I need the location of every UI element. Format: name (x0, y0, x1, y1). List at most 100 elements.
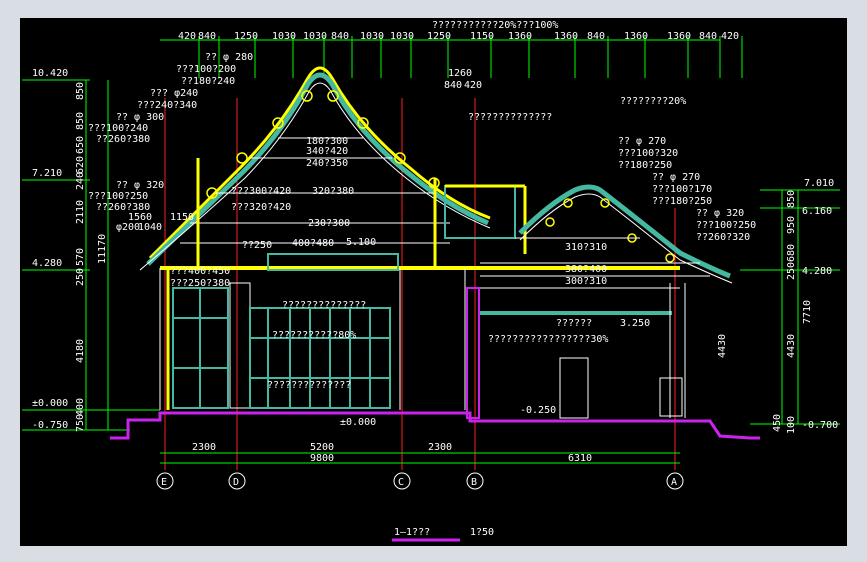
svg-text:1040: 1040 (138, 222, 162, 233)
section-title: 1—1??? (394, 527, 430, 538)
axis-A: A (671, 477, 677, 488)
svg-text:?? φ 270: ?? φ 270 (652, 172, 700, 183)
dim-2300a: 2300 (192, 442, 216, 453)
vdim-570: 570 (75, 248, 86, 266)
svg-text:420: 420 (464, 80, 482, 91)
svg-text:340?420: 340?420 (306, 146, 348, 157)
level-7210: 7.210 (32, 168, 62, 179)
svg-text:???240?340: ???240?340 (137, 100, 197, 111)
svg-text:?? φ 270: ?? φ 270 (618, 136, 666, 147)
svg-text:?????????????????30%: ?????????????????30% (488, 334, 608, 345)
svg-text:???100?240: ???100?240 (88, 123, 148, 134)
svg-text:?? φ 320: ?? φ 320 (116, 180, 164, 191)
rlevel-neg0700: -0.700 (802, 420, 838, 431)
vdim-4180: 4180 (75, 339, 86, 363)
top-dim-1: 840 (198, 31, 216, 42)
svg-text:???100?170: ???100?170 (652, 184, 712, 195)
top-dim-4: 1030 (303, 31, 327, 42)
level-neg0750: -0.750 (32, 420, 68, 431)
svg-text:???100?320: ???100?320 (618, 148, 678, 159)
svg-text:??????????????: ?????????????? (267, 380, 351, 391)
vdim-620: 620 (75, 156, 86, 174)
drawing-frame: 420 840 1250 1030 1030 840 1030 1030 1250 1150 136… (20, 18, 847, 546)
drawing-title: 1—1??? 1?50 (392, 527, 494, 542)
rlevel-7010: 7.010 (804, 178, 834, 189)
top-dim-0: 420 (178, 31, 196, 42)
svg-text:?? φ 320: ?? φ 320 (696, 208, 744, 219)
vdim-2110: 2110 (75, 200, 86, 224)
svg-text:???????????80%: ???????????80% (272, 330, 356, 341)
rlevel-4280: 4.280 (802, 266, 832, 277)
top-dim-6: 1030 (360, 31, 384, 42)
svg-text:???320?420: ???320?420 (231, 202, 291, 213)
svg-text:1150: 1150 (170, 212, 194, 223)
svg-text:840: 840 (444, 80, 462, 91)
top-dim-16: 420 (721, 31, 739, 42)
svg-text:???180?250: ???180?250 (652, 196, 712, 207)
top-dim-8: 1250 (427, 31, 451, 42)
dim-2300b: 2300 (428, 442, 452, 453)
top-dim-3: 1030 (272, 31, 296, 42)
vdim-250: 250 (75, 268, 86, 286)
svg-text:??? φ240: ??? φ240 (150, 88, 198, 99)
rvdim-7710: 7710 (802, 300, 813, 324)
top-dim-10: 1360 (508, 31, 532, 42)
svg-text:???300?420: ???300?420 (231, 186, 291, 197)
dim-9800: 9800 (310, 453, 334, 464)
svg-text:320?380: 320?380 (312, 186, 354, 197)
top-dim-9: 1150 (470, 31, 494, 42)
rvdim-250: 250 (786, 262, 797, 280)
rvdim-850: 850 (786, 190, 797, 208)
rlevel-6160: 6.160 (802, 206, 832, 217)
roof-notes: ???????????20%???100% ?? φ 280 ???100?20… (88, 20, 686, 233)
svg-text:1260: 1260 (448, 68, 472, 79)
dim-6310: 6310 (568, 453, 592, 464)
note-slope: ???????????20%???100% (432, 20, 558, 31)
top-dim-11: 1360 (554, 31, 578, 42)
section-drawing: 420 840 1250 1030 1030 840 1030 1030 1250 1150 136… (22, 20, 840, 542)
right-roof-notes: ?? φ 270 ???100?320 ??180?250 ?? φ 270 ?… (565, 136, 756, 287)
svg-text:310?310: 310?310 (565, 242, 607, 253)
svg-text:???100?250: ???100?250 (696, 220, 756, 231)
vdim-240: 240 (75, 172, 86, 190)
rvdim-950: 950 (786, 216, 797, 234)
svg-text:300?310: 300?310 (565, 276, 607, 287)
top-dim-12: 840 (587, 31, 605, 42)
inner-level-neg0250: -0.250 (520, 405, 556, 416)
level-0000: ±0.000 (32, 398, 68, 409)
grid-bubbles: E D C B A (156, 472, 684, 490)
rvdim-100: 100 (786, 416, 797, 434)
vdim-650: 650 (75, 136, 86, 154)
svg-text:??180?250: ??180?250 (618, 160, 672, 171)
svg-text:??????????????: ?????????????? (468, 112, 552, 123)
svg-text:??250: ??250 (242, 240, 272, 251)
svg-text:230?300: 230?300 (308, 218, 350, 229)
rvdim-4430a: 4430 (717, 334, 728, 358)
svg-text:??????????????: ?????????????? (282, 300, 366, 311)
svg-text:???400?450: ???400?450 (170, 266, 230, 277)
inner-level-3250: 3.250 (620, 318, 650, 329)
level-10420: 10.420 (32, 68, 68, 79)
top-dim-13: 1360 (624, 31, 648, 42)
svg-text:??260?320: ??260?320 (696, 232, 750, 243)
axis-B: B (471, 477, 477, 488)
dim-5200: 5200 (310, 442, 334, 453)
axis-C: C (398, 477, 404, 488)
inner-level-5100: 5.100 (346, 237, 376, 248)
scale-label: 1?50 (470, 527, 494, 538)
svg-text:400?480: 400?480 (292, 238, 334, 249)
svg-text:??180?240: ??180?240 (181, 76, 235, 87)
svg-text:???100?250: ???100?250 (88, 191, 148, 202)
axis-D: D (233, 477, 239, 488)
svg-text:380?400: 380?400 (565, 264, 607, 275)
top-dim-5: 840 (331, 31, 349, 42)
svg-text:?? φ 300: ?? φ 300 (116, 112, 164, 123)
rvdim-680: 680 (786, 244, 797, 262)
svg-text:240?350: 240?350 (306, 158, 348, 169)
top-dim-14: 1360 (667, 31, 691, 42)
svg-text:??????: ?????? (556, 318, 592, 329)
bottom-dimension-chains: 2300 5200 2300 6310 9800 (160, 442, 680, 464)
svg-text:???100?200: ???100?200 (176, 64, 236, 75)
svg-text:????????20%: ????????20% (620, 96, 686, 107)
svg-text:??260?380: ??260?380 (96, 134, 150, 145)
